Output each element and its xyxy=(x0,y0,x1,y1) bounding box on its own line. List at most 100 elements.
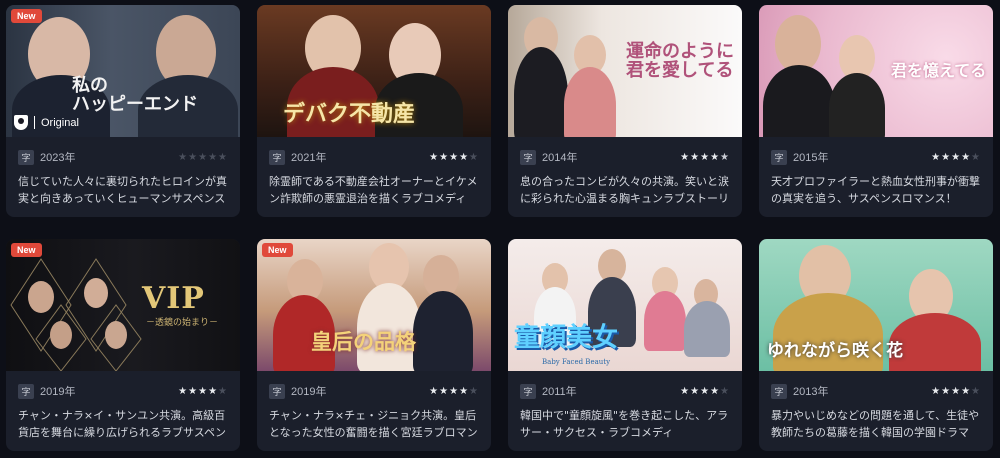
release-year: 2019年 xyxy=(40,386,76,398)
subtitle-icon: 字 xyxy=(520,149,536,165)
title-subtitle: －透鏡の始まり－ xyxy=(146,318,219,328)
star-icon: ★ xyxy=(941,385,952,397)
star-icon: ★ xyxy=(961,385,972,397)
subtitle-icon: 字 xyxy=(269,149,285,165)
title-logo: ゆれながら咲く花 xyxy=(767,341,903,361)
description: チャン・ナラ×イ・サンユン共演。高級百貨店を舞台に繰り広げられるラブサスペンス xyxy=(18,409,227,439)
star-icon: ★ xyxy=(680,385,691,397)
star-icon: ★ xyxy=(931,151,942,163)
star-icon: ★ xyxy=(439,385,450,397)
star-icon: ★ xyxy=(198,151,209,163)
release-year: 2011年 xyxy=(542,386,577,398)
title-card[interactable]: 君を憶えてる 字 2015年 ★★★★★ 天才プロファイラーと熱血女性刑事が衝撃… xyxy=(759,5,993,217)
star-icon: ★ xyxy=(439,151,450,163)
star-rating: ★★★★★ xyxy=(429,386,479,397)
star-icon: ★ xyxy=(710,385,721,397)
star-icon: ★ xyxy=(449,385,460,397)
subtitle-icon: 字 xyxy=(18,383,34,399)
star-icon: ★ xyxy=(700,385,711,397)
thumbnail[interactable]: 運命のように 君を愛してる xyxy=(508,5,742,137)
star-icon: ★ xyxy=(720,151,730,163)
thumbnail[interactable]: New VIP －透鏡の始まり－ xyxy=(6,239,240,371)
thumbnail[interactable]: ゆれながら咲く花 xyxy=(759,239,993,371)
star-icon: ★ xyxy=(188,151,199,163)
star-rating: ★★★★★ xyxy=(429,152,479,163)
card-meta: 字 2014年 ★★★★★ xyxy=(508,145,742,169)
star-icon: ★ xyxy=(951,151,962,163)
card-meta: 字 2019年 ★★★★★ xyxy=(6,379,240,403)
star-icon: ★ xyxy=(710,151,721,163)
release-year: 2015年 xyxy=(793,152,829,164)
release-year: 2013年 xyxy=(793,386,829,398)
original-badge: Original xyxy=(14,115,79,130)
title-card[interactable]: 運命のように 君を愛してる 字 2014年 ★★★★★ 息の合ったコンビが久々の… xyxy=(508,5,742,217)
star-icon: ★ xyxy=(951,385,962,397)
title-card[interactable]: New 皇后の品格 字 2019年 ★★★★★ チャン・ナラ×チェ・ジニョク共演… xyxy=(257,239,491,451)
title-logo: VIP xyxy=(142,281,205,316)
title-card[interactable]: New VIP －透鏡の始まり－ 字 2019年 ★★★★★ チャン・ナラ×イ・… xyxy=(6,239,240,451)
release-year: 2021年 xyxy=(291,152,327,164)
description: 除霊師である不動産会社オーナーとイケメン詐欺師の悪霊退治を描くラブコメディ xyxy=(269,175,478,205)
star-rating: ★★★★★ xyxy=(680,152,730,163)
description: 暴力やいじめなどの問題を通して、生徒や教師たちの葛藤を描く韓国の学園ドラマ xyxy=(771,409,980,439)
title-logo: 皇后の品格 xyxy=(311,329,416,354)
description: 信じていた人々に裏切られたヒロインが真実と向きあっていくヒューマンサスペンス xyxy=(18,175,227,205)
release-year: 2014年 xyxy=(542,152,578,164)
card-meta: 字 2019年 ★★★★★ xyxy=(257,379,491,403)
star-icon: ★ xyxy=(690,151,701,163)
star-icon: ★ xyxy=(218,385,228,397)
title-logo: 運命のように 君を愛してる xyxy=(626,41,734,81)
subtitle-icon: 字 xyxy=(520,383,536,399)
star-icon: ★ xyxy=(208,151,219,163)
star-icon: ★ xyxy=(971,151,981,163)
original-label: Original xyxy=(41,116,79,129)
card-meta: 字 2011年 ★★★★★ xyxy=(508,379,742,403)
shield-icon xyxy=(14,115,28,130)
star-icon: ★ xyxy=(941,151,952,163)
release-year: 2019年 xyxy=(291,386,327,398)
title-card[interactable]: ゆれながら咲く花 字 2013年 ★★★★★ 暴力やいじめなどの問題を通して、生… xyxy=(759,239,993,451)
thumbnail[interactable]: New 私の ハッピーエンド Original xyxy=(6,5,240,137)
star-icon: ★ xyxy=(198,385,209,397)
star-icon: ★ xyxy=(429,151,440,163)
thumbnail[interactable]: 君を憶えてる xyxy=(759,5,993,137)
star-icon: ★ xyxy=(178,385,189,397)
star-icon: ★ xyxy=(680,151,691,163)
release-year: 2023年 xyxy=(40,152,76,164)
star-icon: ★ xyxy=(469,385,479,397)
subtitle-icon: 字 xyxy=(771,383,787,399)
title-card[interactable]: New 私の ハッピーエンド Original 字 2023年 ★★★★★ 信じ… xyxy=(6,5,240,217)
subtitle-icon: 字 xyxy=(18,149,34,165)
star-icon: ★ xyxy=(449,151,460,163)
title-card[interactable]: デバク不動産 字 2021年 ★★★★★ 除霊師である不動産会社オーナーとイケメ… xyxy=(257,5,491,217)
card-meta: 字 2021年 ★★★★★ xyxy=(257,145,491,169)
content-grid: New 私の ハッピーエンド Original 字 2023年 ★★★★★ 信じ… xyxy=(6,5,994,453)
title-subtitle: Baby Faced Beauty xyxy=(542,358,611,366)
card-meta: 字 2013年 ★★★★★ xyxy=(759,379,993,403)
card-meta: 字 2015年 ★★★★★ xyxy=(759,145,993,169)
star-rating: ★★★★★ xyxy=(178,152,228,163)
star-icon: ★ xyxy=(459,151,470,163)
star-icon: ★ xyxy=(931,385,942,397)
star-icon: ★ xyxy=(208,385,219,397)
title-card[interactable]: 童顔美女 Baby Faced Beauty 字 2011年 ★★★★★ 韓国中… xyxy=(508,239,742,451)
thumbnail[interactable]: デバク不動産 xyxy=(257,5,491,137)
star-icon: ★ xyxy=(218,151,228,163)
thumbnail[interactable]: 童顔美女 Baby Faced Beauty xyxy=(508,239,742,371)
star-icon: ★ xyxy=(961,151,972,163)
description: 天才プロファイラーと熱血女性刑事が衝撃の真実を追う、サスペンスロマンス！ xyxy=(771,175,980,205)
new-badge: New xyxy=(262,243,293,257)
star-icon: ★ xyxy=(971,385,981,397)
description: 息の合ったコンビが久々の共演。笑いと涙に彩られた心温まる胸キュンラブストーリー xyxy=(520,175,729,205)
title-logo: 君を憶えてる xyxy=(891,61,987,80)
description: 韓国中で"童顔旋風"を巻き起こした、アラサー・サクセス・ラブコメディ xyxy=(520,409,729,439)
new-badge: New xyxy=(11,9,42,23)
new-badge: New xyxy=(11,243,42,257)
subtitle-icon: 字 xyxy=(771,149,787,165)
star-icon: ★ xyxy=(720,385,730,397)
subtitle-icon: 字 xyxy=(269,383,285,399)
title-logo: 私の ハッピーエンド xyxy=(72,75,198,115)
star-rating: ★★★★★ xyxy=(178,386,228,397)
card-meta: 字 2023年 ★★★★★ xyxy=(6,145,240,169)
thumbnail[interactable]: New 皇后の品格 xyxy=(257,239,491,371)
